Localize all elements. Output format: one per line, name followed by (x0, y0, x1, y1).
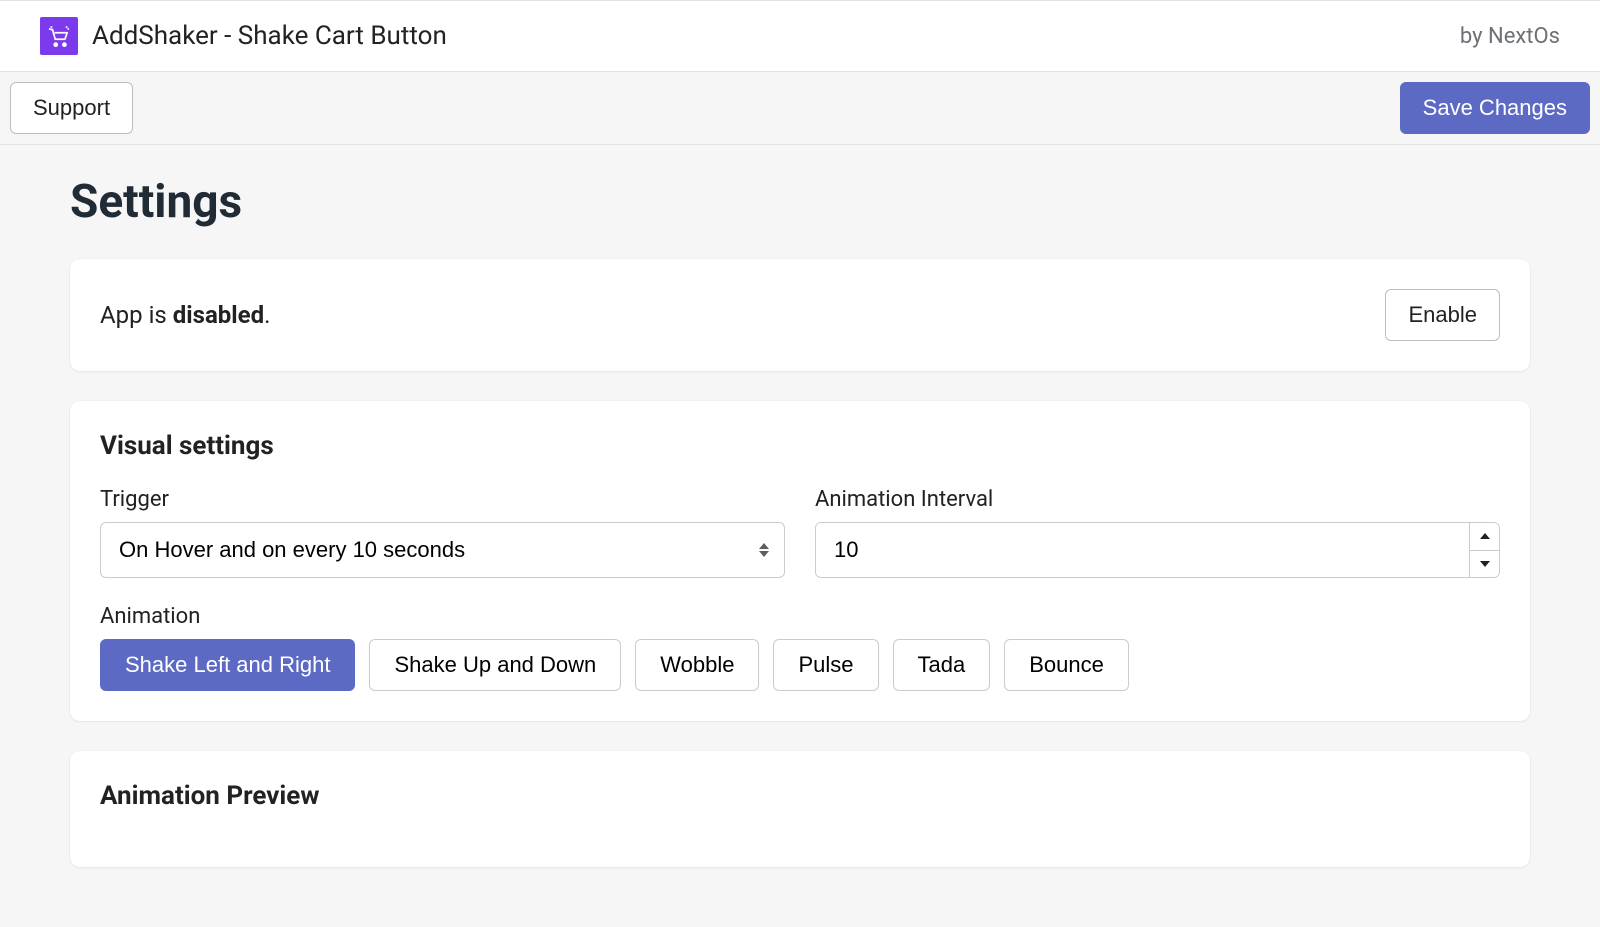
interval-spinner (1469, 523, 1499, 577)
animation-option-0[interactable]: Shake Left and Right (100, 639, 355, 691)
interval-step-down[interactable] (1470, 551, 1499, 578)
status-text: App is disabled. (100, 301, 270, 329)
animation-option-3[interactable]: Pulse (773, 639, 878, 691)
interval-label: Animation Interval (815, 487, 1500, 512)
animation-label: Animation (100, 604, 1500, 629)
status-suffix: . (264, 301, 270, 329)
status-prefix: App is (100, 301, 173, 329)
visual-row-1: Trigger Animation Interval (100, 487, 1500, 578)
visual-section-title: Visual settings (100, 431, 1500, 461)
enable-button[interactable]: Enable (1385, 289, 1500, 341)
app-title: AddShaker - Shake Cart Button (92, 21, 447, 51)
visual-settings-card: Visual settings Trigger Animation Interv… (70, 401, 1530, 721)
animation-option-4[interactable]: Tada (893, 639, 991, 691)
page-title: Settings (70, 175, 1530, 229)
status-card: App is disabled. Enable (70, 259, 1530, 371)
support-button[interactable]: Support (10, 82, 133, 134)
preview-section-title: Animation Preview (100, 781, 1500, 811)
status-row: App is disabled. Enable (100, 289, 1500, 341)
app-header: AddShaker - Shake Cart Button by NextOs (0, 0, 1600, 72)
interval-step-up[interactable] (1470, 523, 1499, 551)
save-changes-button[interactable]: Save Changes (1400, 82, 1590, 134)
animation-option-5[interactable]: Bounce (1004, 639, 1129, 691)
animation-option-1[interactable]: Shake Up and Down (369, 639, 621, 691)
vendor-byline: by NextOs (1460, 24, 1560, 49)
trigger-label: Trigger (100, 487, 785, 512)
main-content: Settings App is disabled. Enable Visual … (0, 145, 1600, 927)
animation-option-2[interactable]: Wobble (635, 639, 759, 691)
app-logo-icon (40, 17, 78, 55)
trigger-field: Trigger (100, 487, 785, 578)
status-state: disabled (173, 301, 264, 329)
action-bar: Support Save Changes (0, 72, 1600, 145)
interval-input[interactable] (816, 523, 1469, 577)
preview-card: Animation Preview (70, 751, 1530, 867)
trigger-select-wrap (100, 522, 785, 578)
animation-button-group: Shake Left and Right Shake Up and Down Wob… (100, 639, 1500, 691)
interval-field: Animation Interval (815, 487, 1500, 578)
interval-input-wrap (815, 522, 1500, 578)
trigger-select[interactable] (100, 522, 785, 578)
header-left: AddShaker - Shake Cart Button (40, 17, 447, 55)
